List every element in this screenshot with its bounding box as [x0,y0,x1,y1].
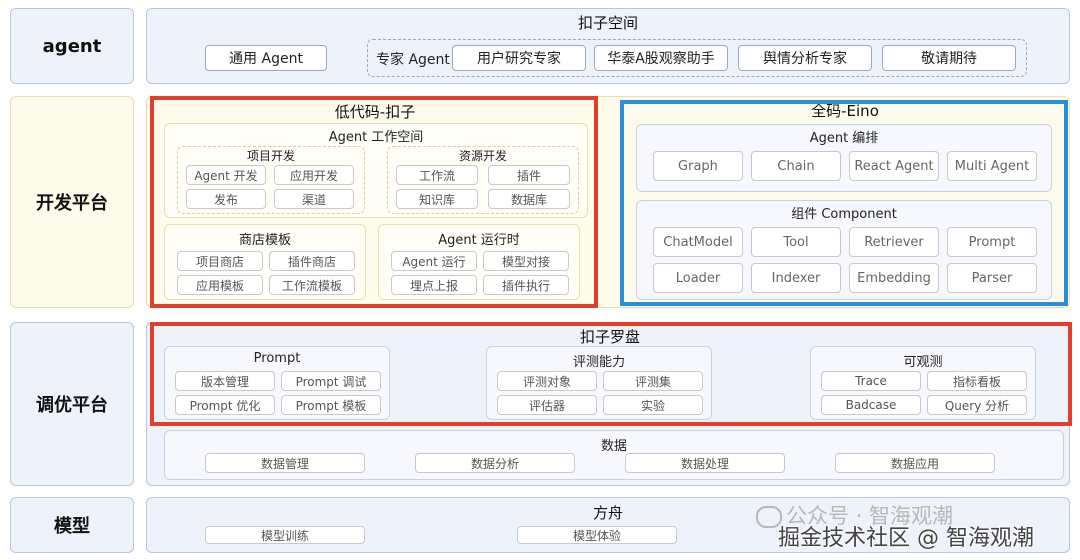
row-label-agent: agent [10,8,134,84]
expert-huatai-button[interactable]: 华泰A股观察助手 [594,45,728,71]
row-label-tuning-platform: 调优平台 [10,322,134,486]
expert-user-research-button[interactable]: 用户研究专家 [452,45,586,71]
data-box: 数据 数据管理 数据分析 数据处理 数据应用 [164,430,1064,480]
lowcode-highlight-frame [150,96,598,308]
fullcode-highlight-frame [620,100,1068,306]
expert-coming-soon-button[interactable]: 敬请期待 [882,45,1016,71]
data-processing-button[interactable]: 数据处理 [625,453,785,473]
row-label-model: 模型 [10,497,134,553]
expert-agent-group: 专家 Agent 用户研究专家 华泰A股观察助手 舆情分析专家 敬请期待 [367,39,1027,77]
expert-sentiment-button[interactable]: 舆情分析专家 [738,45,872,71]
agent-space-title: 扣子空间 [577,14,638,32]
model-experience-button[interactable]: 模型体验 [517,526,677,544]
row-label-model-text: 模型 [54,516,90,537]
row-label-tune-text: 调优平台 [36,395,108,416]
row-label-dev-text: 开发平台 [36,193,108,214]
data-management-button[interactable]: 数据管理 [205,453,365,473]
data-box-title: 数据 [600,439,627,454]
data-analysis-button[interactable]: 数据分析 [415,453,575,473]
general-agent-button[interactable]: 通用 Agent [205,45,327,71]
model-training-button[interactable]: 模型训练 [205,526,365,544]
compass-highlight-frame [150,322,1072,426]
row-label-dev-platform: 开发平台 [10,96,134,308]
agent-space-panel: 扣子空间 通用 Agent 专家 Agent 用户研究专家 华泰A股观察助手 舆… [146,8,1070,84]
data-application-button[interactable]: 数据应用 [835,453,995,473]
row-label-agent-text: agent [42,35,102,57]
expert-agent-label: 专家 Agent [376,52,450,68]
juejin-watermark: 掘金技术社区 @ 智海观潮 [778,526,1034,551]
